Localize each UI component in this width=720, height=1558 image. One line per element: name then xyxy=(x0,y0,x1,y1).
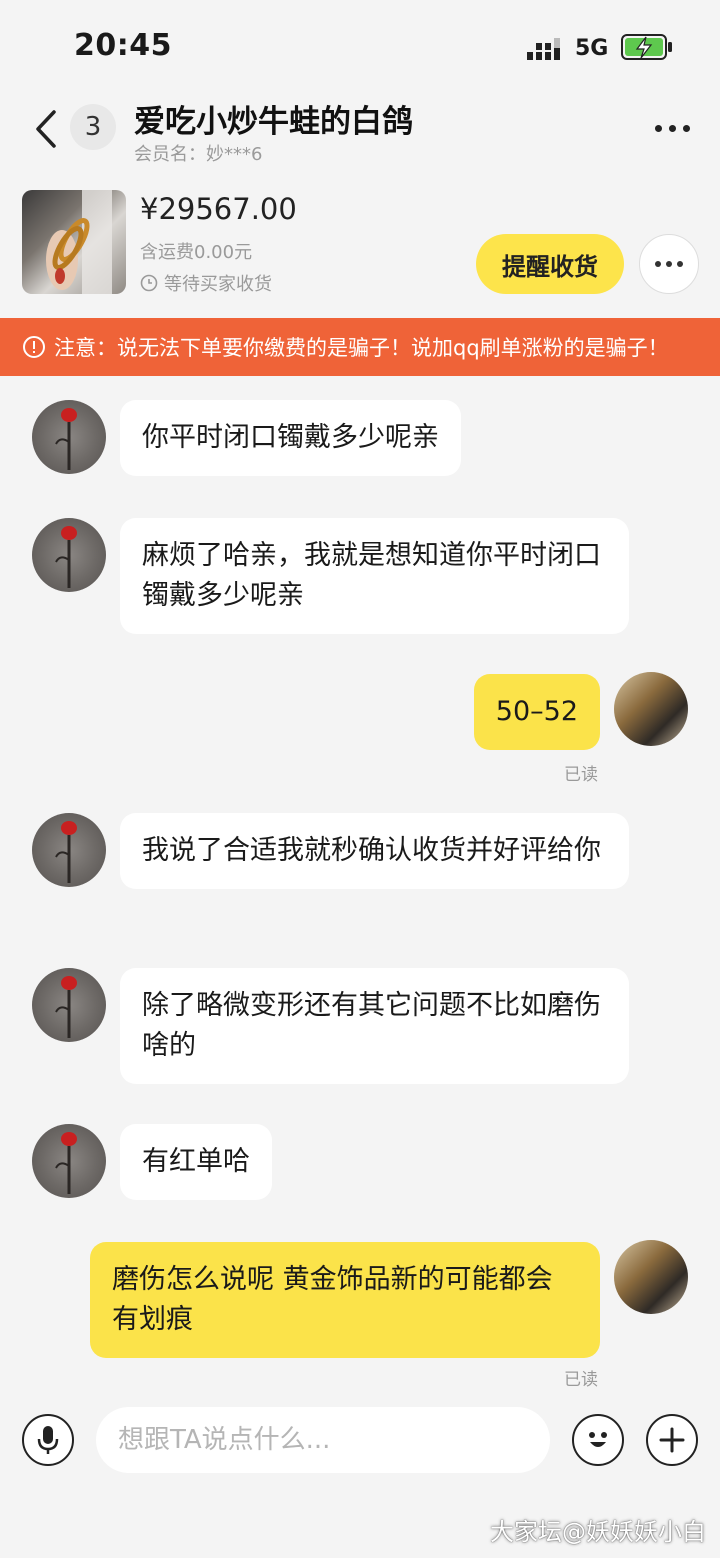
add-attachment-button[interactable] xyxy=(646,1414,698,1466)
voice-input-button[interactable] xyxy=(22,1414,74,1466)
network-label: 5G xyxy=(575,36,609,61)
chat-title: 爱吃小炒牛蛙的白鸽 xyxy=(134,104,413,140)
rose-image xyxy=(55,408,77,470)
rose-image xyxy=(55,821,77,883)
watermark: 大家坛@妖妖妖小白 xyxy=(490,1518,706,1546)
contact-avatar[interactable] xyxy=(32,813,106,887)
my-avatar[interactable] xyxy=(614,672,688,746)
warning-text: 注意：说无法下单要你缴费的是骗子！说加qq刷单涨粉的是骗子！ xyxy=(54,336,669,360)
my-avatar[interactable] xyxy=(614,1240,688,1314)
dot-icon xyxy=(682,124,690,132)
rose-image xyxy=(55,976,77,1038)
contact-avatar[interactable] xyxy=(32,1124,106,1198)
warning-banner: 注意：说无法下单要你缴费的是骗子！说加qq刷单涨粉的是骗子！ xyxy=(0,318,720,376)
dot-icon xyxy=(668,124,676,132)
chevron-left-icon xyxy=(36,110,56,148)
order-more-button[interactable] xyxy=(639,234,699,294)
message-bubble: 你平时闭口镯戴多少呢亲 xyxy=(120,400,461,476)
message-input[interactable] xyxy=(96,1407,550,1473)
order-price: ¥29567.00 xyxy=(140,192,297,226)
read-receipt: 已读 xyxy=(564,765,598,785)
battery-icon xyxy=(621,34,672,60)
message-bubble: 麻烦了哈亲，我就是想知道你平时闭口镯戴多少呢亲 xyxy=(120,518,629,634)
clock-icon xyxy=(140,274,158,292)
back-button[interactable] xyxy=(28,106,64,152)
microphone-icon xyxy=(37,1426,59,1454)
bangle-image xyxy=(46,190,112,294)
dot-icon xyxy=(654,124,662,132)
dot-icon xyxy=(666,261,672,267)
dot-icon xyxy=(677,261,683,267)
warning-icon xyxy=(23,336,45,358)
signal-icon xyxy=(527,38,560,60)
member-name: 会员名：妙***6 xyxy=(134,144,263,165)
contact-avatar[interactable] xyxy=(32,968,106,1042)
message-bubble-sent: 磨伤怎么说呢 黄金饰品新的可能都会有划痕 xyxy=(90,1242,600,1358)
product-thumbnail[interactable] xyxy=(22,190,126,294)
remind-receipt-button[interactable]: 提醒收货 xyxy=(476,234,624,294)
emoji-button[interactable] xyxy=(572,1414,624,1466)
message-bubble: 我说了合适我就秒确认收货并好评给你 xyxy=(120,813,629,889)
read-receipt: 已读 xyxy=(564,1370,598,1390)
contact-avatar[interactable] xyxy=(32,400,106,474)
rose-image xyxy=(55,1132,77,1194)
message-bubble-sent: 50–52 xyxy=(473,674,600,750)
message-bubble: 除了略微变形还有其它问题不比如磨伤啥的 xyxy=(120,968,629,1084)
order-status-label: 等待买家收货 xyxy=(164,274,272,295)
unread-badge: 3 xyxy=(70,104,116,150)
more-options-button[interactable] xyxy=(648,108,696,148)
dot-icon xyxy=(655,261,661,267)
status-time: 20:45 xyxy=(74,28,172,63)
order-status: 等待买家收货 xyxy=(140,270,272,296)
contact-avatar[interactable] xyxy=(32,518,106,592)
message-bubble: 有红单哈 xyxy=(120,1124,272,1200)
shipping-fee: 含运费0.00元 xyxy=(140,242,253,263)
smiley-icon xyxy=(589,1432,607,1447)
rose-image xyxy=(55,526,77,588)
plus-icon xyxy=(659,1427,685,1453)
